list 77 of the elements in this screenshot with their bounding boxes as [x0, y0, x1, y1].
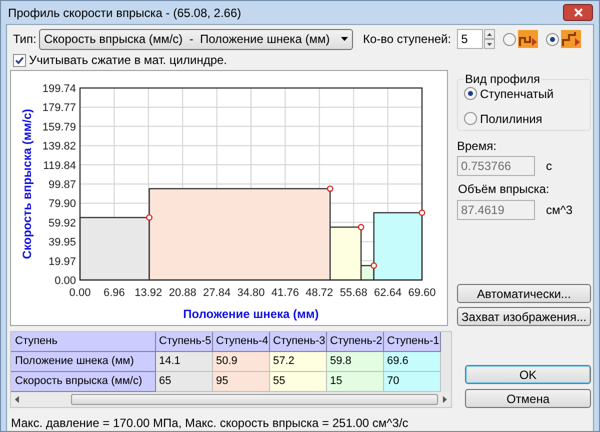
- type-dropdown[interactable]: Скорость впрыска (мм/с) - Положение шнека (мм): [39, 28, 353, 50]
- y-tick-label: 199.74: [42, 83, 76, 95]
- row-header: Скорость впрыска (мм/с): [11, 372, 156, 392]
- mode-radio[interactable]: [546, 32, 560, 46]
- step-profile-icon: [518, 30, 538, 48]
- window-title: Профиль скорости впрыска - (65.08, 2.66): [8, 4, 242, 22]
- x-tick-label: 13.92: [134, 287, 162, 299]
- radio-label: Полилиния: [480, 110, 542, 128]
- dialog-button[interactable]: OK: [465, 365, 591, 384]
- down-arrow-icon: [487, 42, 492, 46]
- table-cell[interactable]: 50.9: [213, 352, 270, 372]
- volume-unit: см^3: [546, 202, 573, 219]
- up-arrow-icon: [487, 32, 492, 36]
- x-axis-title: Положение шнека (мм): [183, 307, 319, 321]
- x-tick-label: 55.68: [340, 287, 368, 299]
- x-tick-label: 20.88: [168, 287, 196, 299]
- column-header: Ступень-1: [384, 332, 441, 352]
- table-cell[interactable]: 14.1: [156, 352, 213, 372]
- table-cell[interactable]: 95: [213, 372, 270, 392]
- steps-spinner-field[interactable]: 5: [457, 29, 484, 49]
- column-header: Ступень-4: [213, 332, 270, 352]
- spin-up-button[interactable]: [484, 29, 496, 39]
- column-header: Ступень-3: [270, 332, 327, 352]
- dropdown-arrow-icon: [341, 37, 348, 41]
- dialog-button[interactable]: Отмена: [465, 389, 591, 408]
- x-tick-label: 27.84: [203, 287, 231, 299]
- volume-field: 87.4619: [457, 200, 535, 220]
- step-profile-icon: [561, 30, 582, 48]
- table-cell[interactable]: 69.6: [384, 352, 441, 372]
- x-tick-label: 0.00: [69, 287, 91, 299]
- profile-radio[interactable]: [464, 112, 477, 125]
- y-tick-label: 0.00: [54, 275, 76, 287]
- x-tick-label: 34.80: [237, 287, 265, 299]
- y-tick-label: 19.97: [48, 256, 76, 268]
- time-label: Время:: [457, 138, 498, 155]
- mode-radio[interactable]: [503, 32, 516, 46]
- x-tick-label: 41.76: [271, 287, 299, 299]
- time-unit: с: [546, 158, 552, 175]
- x-tick-label: 6.96: [104, 287, 125, 299]
- volume-label: Объём впрыска:: [458, 181, 550, 198]
- table-cell[interactable]: 70: [384, 372, 441, 392]
- row-header: Положение шнека (мм): [11, 352, 156, 372]
- spin-down-button[interactable]: [484, 39, 496, 49]
- x-tick-label: 62.64: [374, 287, 402, 299]
- close-icon: [574, 8, 582, 17]
- compression-checkbox[interactable]: [13, 54, 26, 66]
- group-title: Вид профиля: [464, 72, 541, 86]
- table-header-cell: Ступень: [11, 332, 156, 352]
- y-axis-title: Скорость впрыска (мм/с): [20, 108, 34, 260]
- radio-label: Ступенчатый: [480, 86, 554, 102]
- column-header: Ступень-2: [327, 332, 384, 352]
- table-cell[interactable]: 55: [270, 372, 327, 392]
- status-text: Макс. давление = 170.00 МПа, Макс. скорость впрыска = 251.00 см^3/с: [11, 415, 410, 431]
- time-field: 0.753766: [457, 156, 535, 176]
- y-tick-label: 119.84: [43, 160, 76, 172]
- y-tick-label: 179.77: [42, 102, 76, 114]
- y-tick-label: 79.90: [48, 198, 76, 210]
- table-cell[interactable]: 65: [156, 372, 213, 392]
- table-cell[interactable]: 57.2: [270, 352, 327, 372]
- x-tick-label: 69.60: [408, 287, 436, 299]
- close-button[interactable]: [563, 4, 593, 21]
- column-header: Ступень-5: [156, 332, 213, 352]
- checkbox-label: Учитывать сжатие в мат. цилиндре.: [29, 52, 228, 69]
- x-tick-label: 48.72: [306, 287, 334, 299]
- y-tick-label: 159.79: [42, 121, 76, 134]
- y-tick-label: 39.95: [48, 236, 76, 249]
- y-tick-label: 139.82: [42, 140, 76, 153]
- side-button[interactable]: Захват изображения...: [457, 307, 591, 326]
- steps-label: Ко-во ступеней:: [363, 31, 452, 48]
- table-cell[interactable]: 15: [327, 372, 384, 392]
- y-tick-label: 59.92: [48, 217, 76, 230]
- side-button[interactable]: Автоматически...: [457, 284, 591, 303]
- type-label: Тип:: [13, 31, 38, 48]
- table-cell[interactable]: 59.8: [327, 352, 384, 372]
- y-tick-label: 99.87: [48, 179, 76, 191]
- profile-radio[interactable]: [464, 87, 477, 100]
- check-icon: [15, 56, 24, 64]
